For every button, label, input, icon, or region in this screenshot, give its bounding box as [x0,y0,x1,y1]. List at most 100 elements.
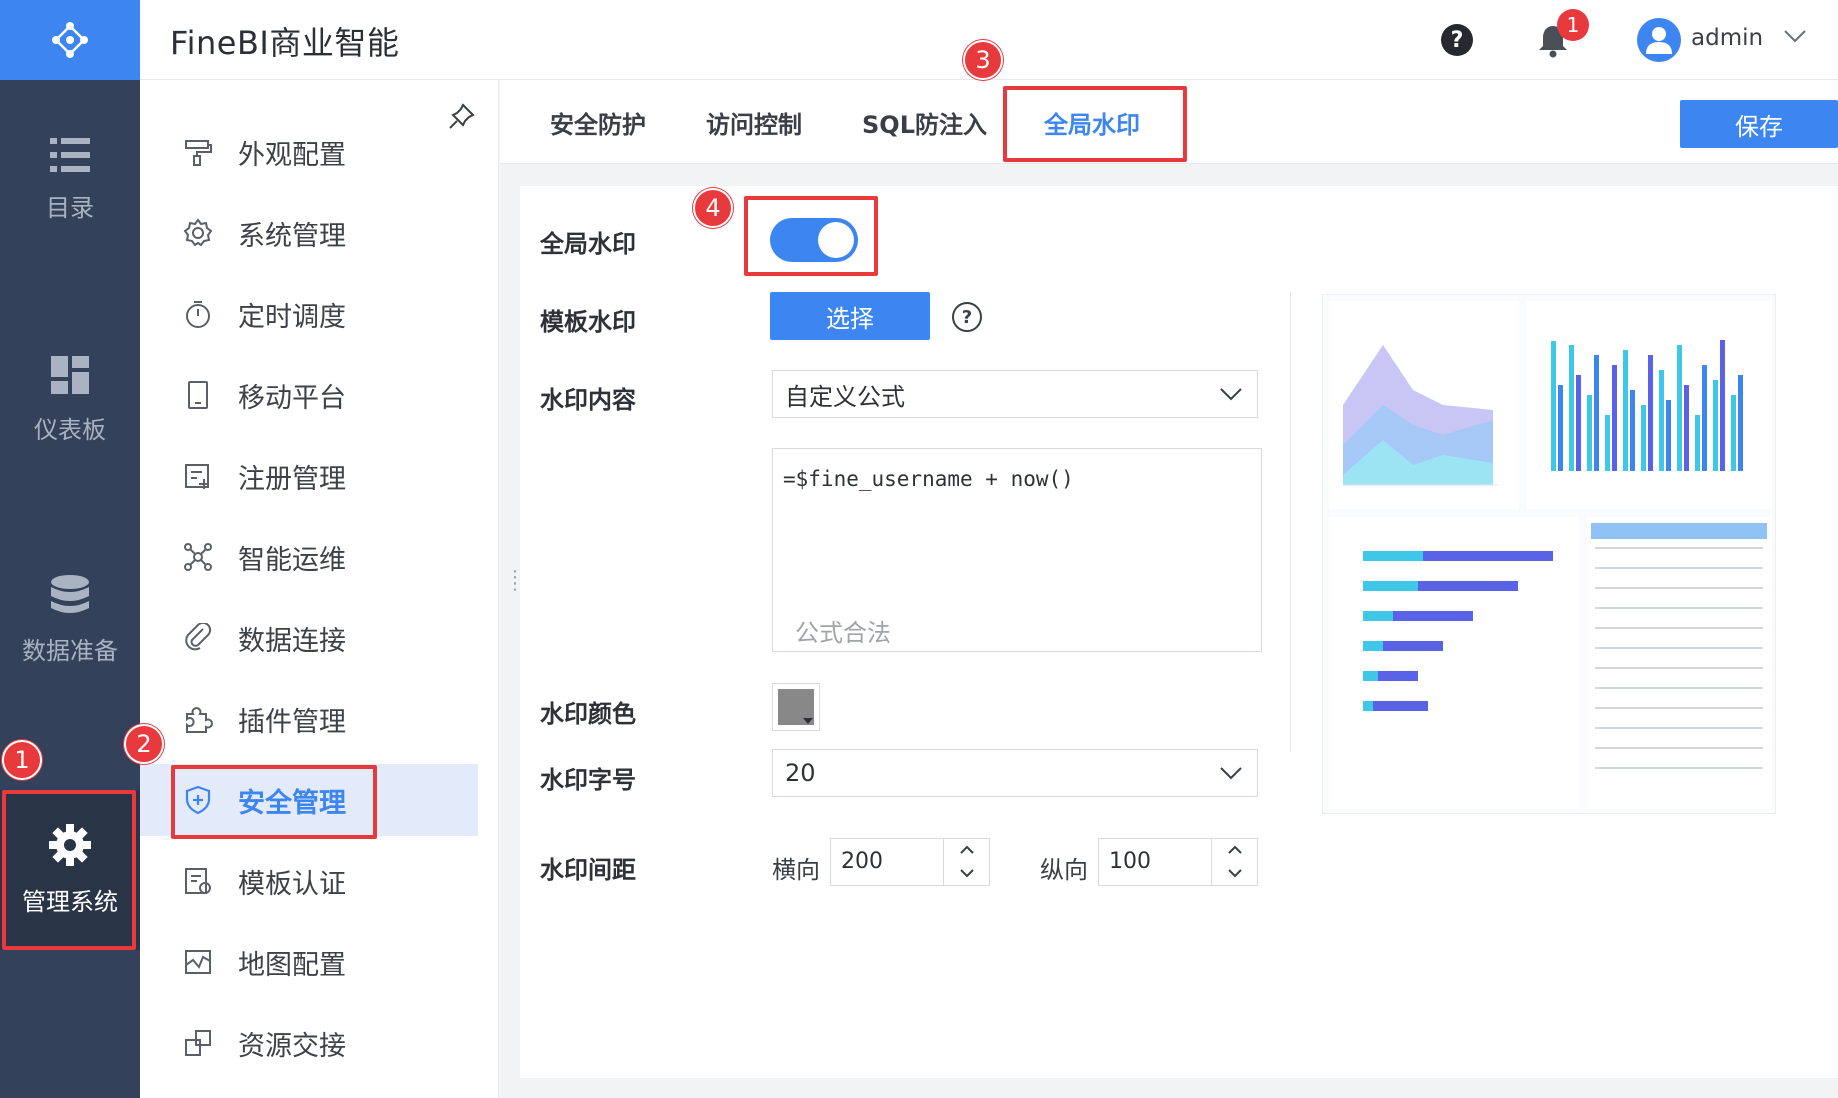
logo-icon [52,22,88,58]
sidebar-item-label: 地图配置 [238,949,346,981]
watermark-settings-panel: 全局水印 模板水印 选择 ? 水印内容 自定义公式 =$fine_usernam… [520,186,1838,1078]
app-logo[interactable] [0,0,140,80]
link-icon [180,620,216,656]
chevron-down-icon[interactable] [1784,30,1806,44]
stepper-value: 100 [1109,849,1151,874]
sidebar-item-schedule[interactable]: 定时调度 [140,278,478,350]
app-root: 目录 仪表板 数据准备 管理系统 FineBI商业智能 ? 1 admin 外观… [0,0,1838,1098]
template-watermark-label: 模板水印 [540,308,636,336]
sidebar-item-plugin[interactable]: 插件管理 [140,683,478,755]
notification-badge: 1 [1557,9,1589,41]
tab-access-control[interactable]: 访问控制 [706,80,802,164]
sidebar-item-label: 注册管理 [238,463,346,495]
rail-item-dashboard[interactable]: 仪表板 [0,320,140,480]
tablet-icon [180,377,216,413]
horizontal-label: 横向 [772,856,820,884]
select-template-button[interactable]: 选择 [770,292,930,340]
vertical-label: 纵向 [1040,856,1088,884]
dashboard-icon [51,355,89,394]
sidebar-item-connection[interactable]: 数据连接 [140,602,478,674]
timer-icon [180,296,216,332]
chevron-up-icon[interactable] [1212,839,1258,862]
sidebar-item-ops[interactable]: 智能运维 [140,521,478,593]
chevron-down-icon[interactable] [1212,862,1258,885]
chevron-down-icon [1220,388,1242,401]
admin-sidebar: 外观配置 系统管理 定时调度 移动平台 注册管理 智能运维 数据连接 插件管理 … [140,80,499,1098]
annotation-box-admin [2,790,136,950]
global-watermark-label: 全局水印 [540,230,636,258]
rail-item-label: 仪表板 [34,415,106,444]
sidebar-item-certificate[interactable]: 模板认证 [140,845,478,917]
sidebar-item-register[interactable]: 注册管理 [140,440,478,512]
sidebar-item-label: 模板认证 [238,868,346,900]
watermark-content-label: 水印内容 [540,386,636,414]
paint-icon [180,134,216,170]
stepper-arrows[interactable] [943,839,989,885]
chevron-down-icon[interactable] [944,862,990,885]
annotation-box-security [171,765,377,839]
annotation-badge-4: 4 [693,188,733,228]
color-picker[interactable] [772,683,820,731]
sidebar-item-label: 移动平台 [238,382,346,414]
watermark-font-size-label: 水印字号 [540,766,636,794]
formula-editor[interactable]: =$fine_username + now() 公式合法 [772,448,1262,652]
rail-item-data-prep[interactable]: 数据准备 [0,540,140,700]
help-icon[interactable]: ? [952,302,982,332]
chevron-up-icon[interactable] [944,839,990,862]
chevron-down-icon [1220,767,1242,780]
tab-protection[interactable]: 安全防护 [550,80,646,164]
network-icon [180,539,216,575]
sidebar-item-appearance[interactable]: 外观配置 [140,116,478,188]
sidebar-item-transfer[interactable]: 资源交接 [140,1007,478,1079]
formula-code: =$fine_username + now() [783,467,1074,491]
settings-icon [180,215,216,251]
annotation-box-toggle [744,196,878,276]
caret-down-icon [803,718,813,724]
rail-item-label: 目录 [46,193,94,222]
transfer-icon [180,1025,216,1061]
sidebar-item-label: 系统管理 [238,220,346,252]
sidebar-item-mobile[interactable]: 移动平台 [140,359,478,431]
annotation-box-watermark-tab [1003,86,1187,162]
username[interactable]: admin [1691,25,1763,51]
formula-status: 公式合法 [795,619,891,647]
certificate-icon [180,863,216,899]
watermark-content-select[interactable]: 自定义公式 [772,370,1258,418]
sidebar-item-label: 插件管理 [238,706,346,738]
preview-thumbnail [1329,301,1771,809]
help-icon[interactable]: ? [1441,24,1473,56]
watermark-preview [1322,294,1776,814]
rail-item-label: 数据准备 [22,636,118,665]
register-icon [180,458,216,494]
avatar[interactable] [1637,18,1681,62]
sidebar-item-system[interactable]: 系统管理 [140,197,478,269]
sidebar-item-label: 智能运维 [238,544,346,576]
stepper-value: 200 [841,849,883,874]
sidebar-item-map[interactable]: 地图配置 [140,926,478,998]
annotation-badge-2: 2 [124,724,164,764]
annotation-badge-1: 1 [2,740,42,780]
puzzle-icon [180,701,216,737]
user-icon [1646,27,1672,54]
stepper-arrows[interactable] [1211,839,1257,885]
save-button[interactable]: 保存 [1680,100,1838,148]
watermark-color-label: 水印颜色 [540,700,636,728]
watermark-spacing-label: 水印间距 [540,856,636,884]
map-icon [180,944,216,980]
sidebar-item-label: 资源交接 [238,1030,346,1062]
selected-value: 自定义公式 [785,382,905,411]
annotation-badge-3: 3 [963,40,1003,80]
rail-item-catalog[interactable]: 目录 [0,100,140,260]
app-title: FineBI商业智能 [170,24,400,62]
sidebar-item-label: 外观配置 [238,139,346,171]
list-icon [50,137,90,172]
horizontal-spacing-stepper[interactable]: 200 [830,838,990,886]
tab-sql-injection[interactable]: SQL防注入 [862,80,987,164]
sidebar-item-label: 数据连接 [238,625,346,657]
vertical-spacing-stepper[interactable]: 100 [1098,838,1258,886]
sidebar-item-label: 定时调度 [238,301,346,333]
database-icon [51,574,89,613]
divider [1290,292,1291,752]
font-size-select[interactable]: 20 [772,749,1258,797]
selected-value: 20 [785,759,816,787]
